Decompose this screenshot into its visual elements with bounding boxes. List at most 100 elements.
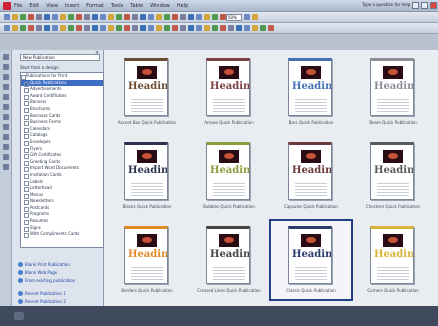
tree-item[interactable]: Calendars xyxy=(21,126,103,133)
object-tool-icon[interactable] xyxy=(3,114,9,120)
toolbar-button-icon[interactable] xyxy=(124,14,130,20)
design-thumbnail[interactable]: Heading Blocks Quick Publication xyxy=(106,136,188,216)
toolbar-button-icon[interactable] xyxy=(108,25,114,31)
toolbar-button-icon[interactable] xyxy=(268,25,274,31)
toolbar-button-icon[interactable] xyxy=(52,14,58,20)
toolbar-button-icon[interactable] xyxy=(52,25,58,31)
toolbar-button-icon[interactable] xyxy=(12,25,18,31)
toolbar-button-icon[interactable] xyxy=(204,14,210,20)
toolbar-button-icon[interactable] xyxy=(244,14,250,20)
zoom-box[interactable]: 50% xyxy=(226,14,242,21)
toolbar-button-icon[interactable] xyxy=(4,25,10,31)
publication-type-tree[interactable]: Publications for Print Quick Publications… xyxy=(20,72,104,248)
toolbar-button-icon[interactable] xyxy=(244,25,250,31)
menu-table[interactable]: Table xyxy=(130,3,143,9)
design-thumbnail[interactable]: Heading Capsules Quick Publication xyxy=(270,136,352,216)
design-thumbnail[interactable]: Heading Beam Quick Publication xyxy=(352,52,434,132)
toolbar-button-icon[interactable] xyxy=(220,25,226,31)
toolbar-button-icon[interactable] xyxy=(164,25,170,31)
design-thumbnail[interactable]: Heading Classic Quick Publication xyxy=(269,219,353,301)
toolbar-button-icon[interactable] xyxy=(252,14,258,20)
object-tool-icon[interactable] xyxy=(3,64,9,70)
toolbar-button-icon[interactable] xyxy=(180,25,186,31)
toolbar-button-icon[interactable] xyxy=(236,25,242,31)
tree-item[interactable]: Award Certificates xyxy=(21,93,103,100)
object-tool-icon[interactable] xyxy=(3,94,9,100)
menu-help[interactable]: Help xyxy=(177,3,188,9)
toolbar-button-icon[interactable] xyxy=(4,14,10,20)
publisher-app-icon[interactable] xyxy=(3,2,11,10)
toolbar-button-icon[interactable] xyxy=(164,14,170,20)
object-tool-icon[interactable] xyxy=(3,154,9,160)
toolbar-button-icon[interactable] xyxy=(180,14,186,20)
tree-item[interactable]: Flyers xyxy=(21,146,103,153)
toolbar-button-icon[interactable] xyxy=(12,14,18,20)
object-tool-icon[interactable] xyxy=(3,84,9,90)
toolbar-button-icon[interactable] xyxy=(124,25,130,31)
toolbar-button-icon[interactable] xyxy=(36,25,42,31)
tree-item[interactable]: Labels xyxy=(21,179,103,186)
toolbar-button-icon[interactable] xyxy=(68,14,74,20)
new-link[interactable]: From existing publication xyxy=(18,276,75,284)
toolbar-button-icon[interactable] xyxy=(20,14,26,20)
design-thumbnail[interactable]: Heading Borders Quick Publication xyxy=(106,220,188,300)
tree-item[interactable]: Business Cards xyxy=(21,113,103,120)
new-link[interactable]: Blank Print Publication xyxy=(18,260,75,268)
toolbar-button-icon[interactable] xyxy=(100,14,106,20)
toolbar-button-icon[interactable] xyxy=(148,14,154,20)
toolbar-button-icon[interactable] xyxy=(36,14,42,20)
maximize-icon[interactable] xyxy=(421,2,428,9)
tree-item[interactable]: Gift Certificates xyxy=(21,152,103,159)
object-tool-icon[interactable] xyxy=(3,74,9,80)
open-link[interactable]: Recent Publication 1 xyxy=(18,289,75,297)
toolbar-button-icon[interactable] xyxy=(204,25,210,31)
toolbar-button-icon[interactable] xyxy=(188,14,194,20)
design-thumbnail[interactable]: Heading Crossed Lines Quick Publication xyxy=(188,220,270,300)
menu-view[interactable]: View xyxy=(46,3,58,9)
design-thumbnail[interactable]: Heading Corners Quick Publication xyxy=(352,220,434,300)
tree-item[interactable]: Publications for Print xyxy=(21,73,103,80)
design-thumbnail[interactable]: Heading Accent Box Quick Publication xyxy=(106,52,188,132)
toolbar-button-icon[interactable] xyxy=(172,25,178,31)
tree-item[interactable]: Quick Publications xyxy=(21,79,103,87)
tree-item[interactable]: Programs xyxy=(21,211,103,219)
tree-item[interactable]: Newsletters xyxy=(21,198,103,205)
toolbar-button-icon[interactable] xyxy=(116,14,122,20)
toolbar-button-icon[interactable] xyxy=(44,25,50,31)
object-tool-icon[interactable] xyxy=(3,54,9,60)
toolbar-button-icon[interactable] xyxy=(196,25,202,31)
object-tool-icon[interactable] xyxy=(3,104,9,110)
object-tool-icon[interactable] xyxy=(3,164,9,170)
object-tool-icon[interactable] xyxy=(3,124,9,130)
tree-item[interactable]: Invitation Cards xyxy=(21,172,103,179)
object-tool-icon[interactable] xyxy=(3,134,9,140)
tree-item[interactable]: Brochures xyxy=(21,106,103,113)
toolbar-button-icon[interactable] xyxy=(156,14,162,20)
design-thumbnail[interactable]: Heading Bars Quick Publication xyxy=(270,52,352,132)
tree-item[interactable]: Business Forms xyxy=(21,119,103,126)
minimize-icon[interactable] xyxy=(412,2,419,9)
toolbar-button-icon[interactable] xyxy=(84,14,90,20)
toolbar-button-icon[interactable] xyxy=(156,25,162,31)
toolbar-button-icon[interactable] xyxy=(132,14,138,20)
menu-file[interactable]: File xyxy=(14,3,22,9)
toolbar-button-icon[interactable] xyxy=(92,25,98,31)
toolbar-button-icon[interactable] xyxy=(60,14,66,20)
toolbar-button-icon[interactable] xyxy=(84,25,90,31)
tree-item[interactable]: Signs xyxy=(21,225,103,232)
toolbar-button-icon[interactable] xyxy=(108,14,114,20)
tree-item[interactable]: Letterhead xyxy=(21,185,103,192)
tree-item[interactable]: Menus xyxy=(21,192,103,199)
toolbar-button-icon[interactable] xyxy=(148,25,154,31)
object-tool-icon[interactable] xyxy=(3,144,9,150)
toolbar-button-icon[interactable] xyxy=(68,25,74,31)
toolbar-button-icon[interactable] xyxy=(140,25,146,31)
toolbar-button-icon[interactable] xyxy=(196,14,202,20)
toolbar-button-icon[interactable] xyxy=(212,25,218,31)
menu-edit[interactable]: Edit xyxy=(29,3,39,9)
new-link[interactable]: Blank Web Page xyxy=(18,268,75,276)
toolbar-button-icon[interactable] xyxy=(228,25,234,31)
menu-insert[interactable]: Insert xyxy=(65,3,79,9)
page-navigator-icon[interactable] xyxy=(14,312,24,320)
tree-item[interactable]: Catalogs xyxy=(21,132,103,139)
